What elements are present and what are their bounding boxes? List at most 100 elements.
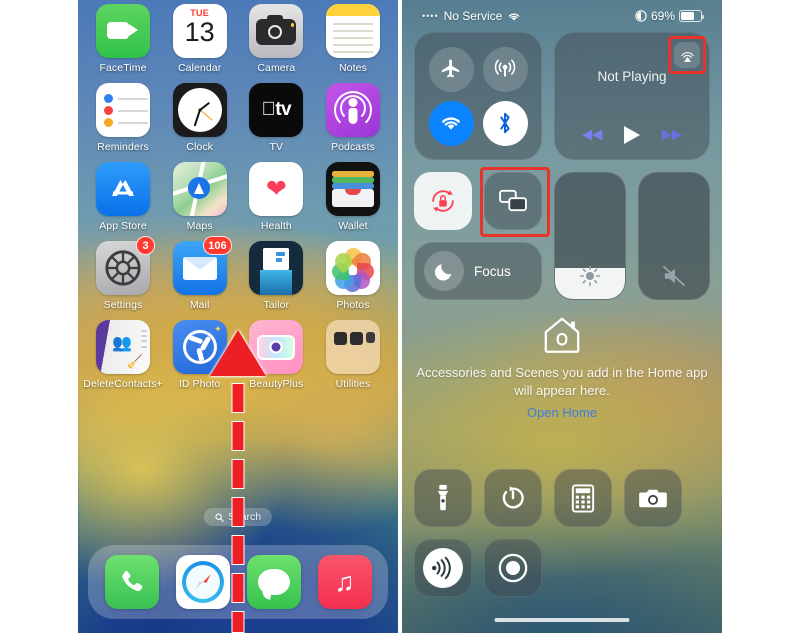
- timer-icon: [502, 486, 524, 509]
- clock-icon: [172, 83, 227, 137]
- app-label: TV: [269, 141, 284, 153]
- music-note-glyph: ♫: [334, 566, 355, 597]
- calculator-icon: [571, 483, 595, 513]
- moon-icon-wrap: [424, 251, 464, 291]
- app-label: BeautyPlus: [249, 378, 304, 390]
- app-label: FaceTime: [99, 62, 147, 74]
- app-label: Calendar: [177, 62, 222, 74]
- control-center-top-row: Not Playing: [414, 32, 710, 160]
- screenshot-root: FaceTime TUE 13 Calendar Camera Notes Re…: [0, 0, 800, 633]
- app-deletecontacts[interactable]: 👥 🧹 DeleteContacts+: [83, 320, 163, 390]
- app-wallet[interactable]: Wallet: [322, 162, 384, 232]
- app-label: Settings: [103, 299, 143, 311]
- app-label: Photos: [336, 299, 370, 311]
- wifi-icon: [509, 13, 520, 21]
- bluetooth-button[interactable]: [482, 100, 528, 146]
- calendar-date: 13: [184, 17, 215, 47]
- rewind-icon[interactable]: [582, 128, 604, 142]
- app-utilities-folder[interactable]: Utilities: [322, 320, 384, 390]
- app-store-icon: [96, 162, 150, 216]
- wallet-icon: [325, 162, 380, 216]
- hearing-icon: [432, 556, 451, 580]
- app-label: Podcasts: [330, 141, 375, 153]
- app-health[interactable]: ❤ Health: [245, 162, 307, 232]
- airplane-mode-button[interactable]: [428, 46, 474, 92]
- messages-icon[interactable]: [246, 555, 301, 609]
- home-house-icon: [544, 317, 580, 353]
- app-maps[interactable]: Maps: [169, 162, 231, 232]
- airplay-icon: [680, 51, 694, 62]
- safari-icon[interactable]: [175, 555, 230, 609]
- app-label: App Store: [99, 220, 147, 232]
- open-home-link[interactable]: Open Home: [414, 405, 710, 420]
- control-center-panel: Not Playing Focus Accessories and Scenes…: [414, 32, 710, 627]
- home-accessories-section: Accessories and Scenes you add in the Ho…: [414, 314, 710, 420]
- brightness-slider[interactable]: [554, 172, 626, 300]
- airplane-icon: [441, 59, 460, 78]
- search-icon: [215, 512, 224, 522]
- screen-record-button[interactable]: [484, 539, 542, 597]
- battery-percent-label: 69%: [650, 9, 675, 23]
- rotation-lock-button[interactable]: [414, 172, 472, 230]
- carrier-label: No Service: [443, 9, 503, 23]
- bluetooth-icon: [500, 112, 510, 134]
- hearing-button[interactable]: [414, 539, 472, 597]
- focus-label: Focus: [474, 263, 511, 279]
- deletecontacts-icon: 👥 🧹: [96, 320, 150, 374]
- battery-icon: [679, 10, 705, 22]
- app-mail[interactable]: 106 Mail: [169, 236, 232, 311]
- rotation-lock-icon: [432, 190, 454, 212]
- music-icon[interactable]: ♫: [317, 555, 372, 609]
- volume-slider[interactable]: [638, 172, 710, 300]
- app-label: Reminders: [97, 141, 149, 153]
- app-settings[interactable]: 3 Settings: [92, 236, 155, 311]
- calendar-icon: TUE 13: [172, 4, 227, 58]
- app-label: Tailor: [263, 299, 290, 311]
- app-badge: 106: [203, 236, 232, 255]
- app-calendar[interactable]: TUE 13 Calendar: [169, 4, 231, 74]
- app-tv[interactable]: tv TV: [245, 83, 307, 153]
- podcasts-icon: [325, 83, 380, 137]
- wifi-button[interactable]: [428, 100, 474, 146]
- focus-indicator-icon: [635, 10, 647, 22]
- app-photos[interactable]: Photos: [322, 241, 384, 311]
- connectivity-module: [414, 32, 542, 160]
- utility-buttons: [414, 469, 710, 609]
- reminders-icon: [96, 83, 150, 137]
- cellular-data-button[interactable]: [482, 46, 528, 92]
- fast-forward-icon[interactable]: [660, 128, 682, 142]
- media-playback-module: Not Playing: [554, 32, 710, 160]
- focus-button[interactable]: Focus: [414, 242, 542, 300]
- photos-icon: [325, 241, 380, 295]
- home-indicator: [494, 617, 630, 622]
- airplay-button[interactable]: [674, 42, 700, 68]
- phone-icon[interactable]: [104, 555, 159, 609]
- app-row: FaceTime TUE 13 Calendar Camera Notes: [92, 4, 384, 74]
- utilities-folder-icon: [325, 320, 380, 374]
- app-facetime[interactable]: FaceTime: [92, 4, 154, 74]
- app-label: Camera: [257, 62, 296, 74]
- camera-button[interactable]: [624, 469, 682, 527]
- app-notes[interactable]: Notes: [322, 4, 384, 74]
- app-podcasts[interactable]: Podcasts: [322, 83, 384, 153]
- screen-mirroring-button[interactable]: [484, 172, 542, 230]
- heart-icon: ❤: [265, 174, 287, 203]
- home-message: Accessories and Scenes you add in the Ho…: [416, 365, 708, 398]
- calculator-button[interactable]: [554, 469, 612, 527]
- maps-icon: [172, 162, 227, 216]
- app-camera[interactable]: Camera: [245, 4, 307, 74]
- app-reminders[interactable]: Reminders: [92, 83, 154, 153]
- app-label: Maps: [186, 220, 213, 232]
- play-icon[interactable]: [623, 125, 641, 145]
- health-icon: ❤: [249, 162, 304, 216]
- app-app-store[interactable]: App Store: [92, 162, 154, 232]
- flashlight-button[interactable]: [414, 469, 472, 527]
- timer-button[interactable]: [484, 469, 542, 527]
- app-clock[interactable]: Clock: [169, 83, 231, 153]
- app-badge: 3: [136, 236, 155, 255]
- tv-icon: tv: [249, 83, 304, 137]
- app-tailor[interactable]: Tailor: [245, 241, 307, 311]
- hearing-icon-wrap: [423, 548, 463, 588]
- camera-icon: [249, 4, 304, 58]
- screen-mirroring-icon: [499, 189, 527, 212]
